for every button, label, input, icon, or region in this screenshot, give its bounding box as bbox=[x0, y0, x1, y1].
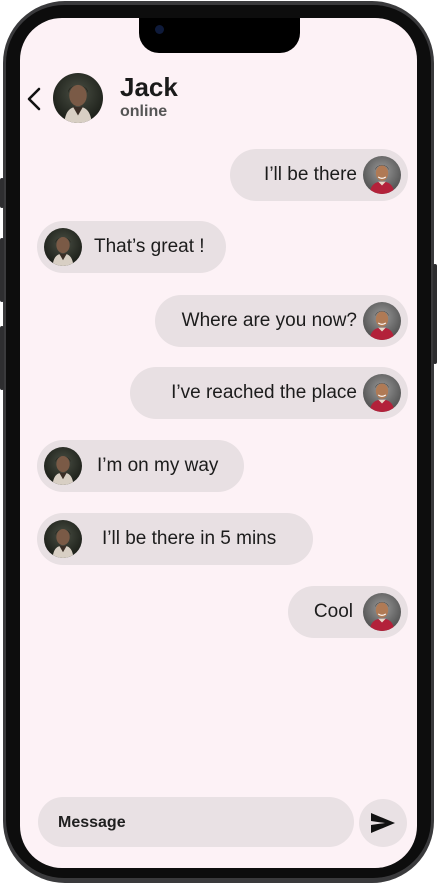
message-text: Cool bbox=[313, 601, 353, 622]
message-text: I’ve reached the place bbox=[171, 382, 357, 403]
contact-status: online bbox=[120, 103, 168, 120]
message-bubble-outgoing[interactable]: Cool bbox=[288, 586, 408, 638]
message-text: Where are you now? bbox=[181, 310, 357, 331]
back-button[interactable] bbox=[23, 86, 45, 112]
volume-down-button bbox=[0, 326, 4, 390]
message-text: I’m on my way bbox=[97, 455, 219, 476]
message-text: I’ll be there bbox=[264, 164, 357, 185]
message-bubble-incoming[interactable]: That’s great ! bbox=[37, 221, 226, 273]
camera-icon bbox=[155, 25, 164, 34]
contact-avatar-small bbox=[44, 520, 82, 558]
send-icon bbox=[371, 813, 395, 833]
send-button[interactable] bbox=[359, 799, 407, 847]
self-avatar bbox=[363, 593, 401, 631]
message-bubble-outgoing[interactable]: Where are you now? bbox=[155, 295, 408, 347]
message-bubble-incoming[interactable]: I’ll be there in 5 mins bbox=[37, 513, 313, 565]
contact-avatar[interactable] bbox=[53, 73, 103, 123]
chevron-left-icon bbox=[27, 87, 41, 111]
message-bubble-outgoing[interactable]: I’ve reached the place bbox=[130, 367, 408, 419]
volume-up-button bbox=[0, 238, 4, 302]
message-bubble-outgoing[interactable]: I’ll be there bbox=[230, 149, 408, 201]
chat-header: Jack online bbox=[20, 70, 417, 126]
side-button bbox=[0, 178, 4, 208]
contact-avatar-small bbox=[44, 228, 82, 266]
phone-frame: Jack online I’ll be there That’s great !… bbox=[0, 0, 437, 884]
message-bubble-incoming[interactable]: I’m on my way bbox=[37, 440, 244, 492]
message-composer bbox=[38, 797, 354, 849]
self-avatar bbox=[363, 374, 401, 412]
contact-avatar-small bbox=[44, 447, 82, 485]
notch bbox=[139, 18, 300, 53]
message-input[interactable] bbox=[56, 797, 340, 849]
message-text: That’s great ! bbox=[94, 236, 205, 257]
contact-name: Jack bbox=[120, 72, 178, 102]
power-button bbox=[433, 264, 437, 364]
chat-screen: Jack online I’ll be there That’s great !… bbox=[20, 18, 417, 868]
self-avatar bbox=[363, 302, 401, 340]
message-text: I’ll be there in 5 mins bbox=[102, 528, 277, 549]
self-avatar bbox=[363, 156, 401, 194]
